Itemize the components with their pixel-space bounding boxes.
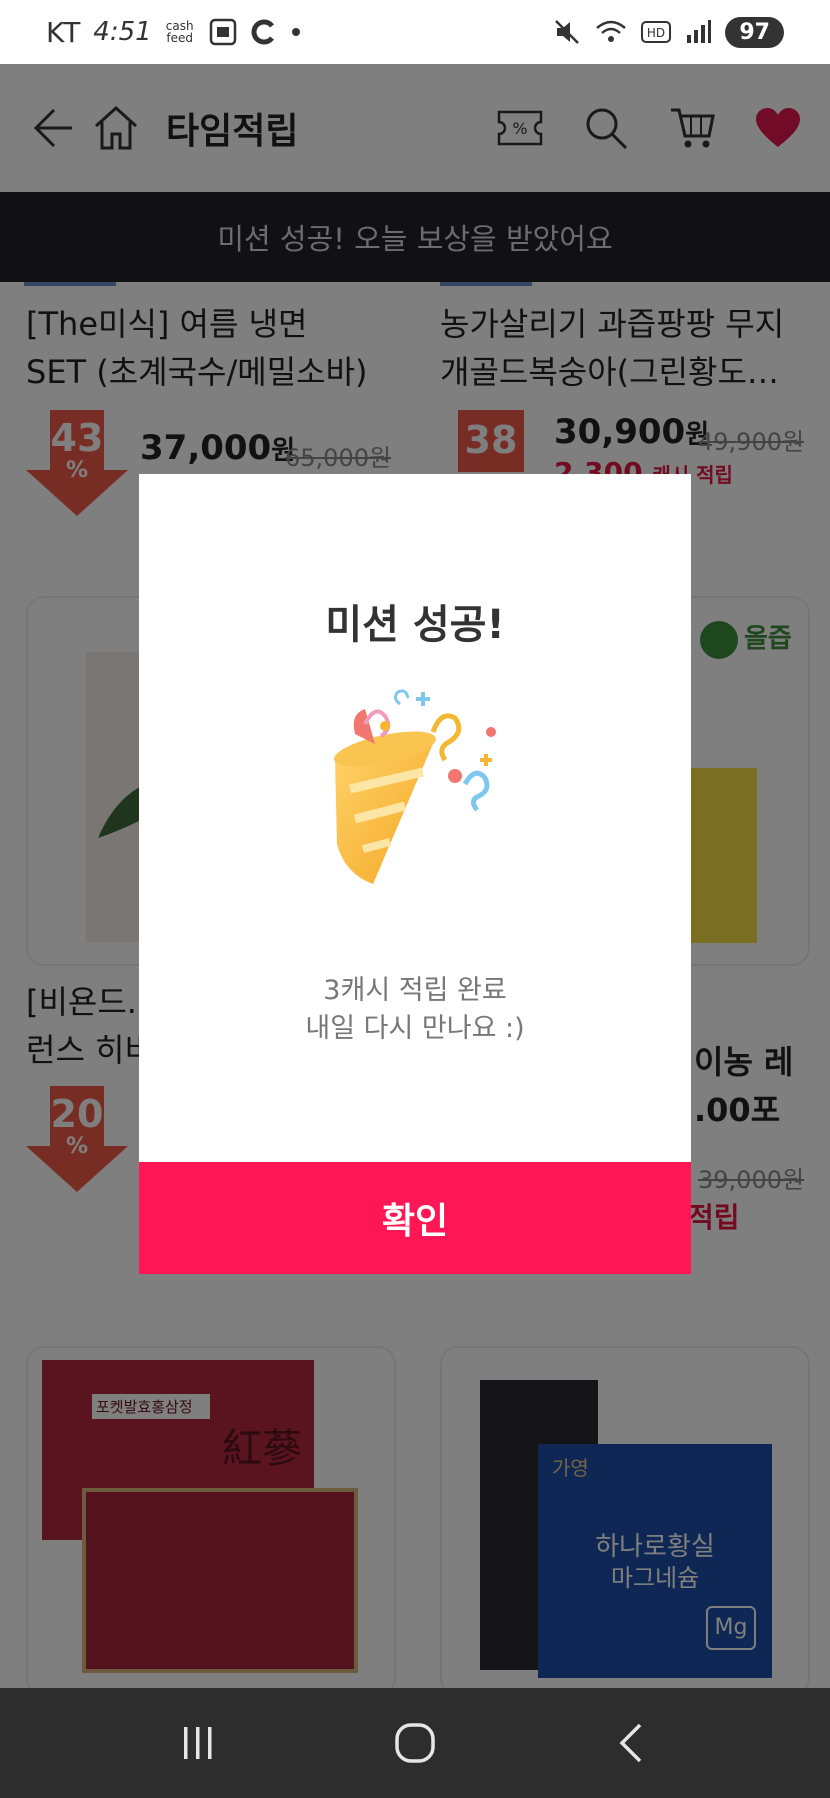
see-you-message: 내일 다시 만나요 :) bbox=[305, 1013, 525, 1044]
mute-icon bbox=[555, 20, 580, 44]
hd-icon: HD bbox=[641, 21, 672, 43]
status-bar: KT 4:51 cash feed HD 97 bbox=[0, 0, 830, 64]
dot-icon bbox=[291, 28, 300, 36]
system-back-button[interactable] bbox=[592, 1703, 672, 1783]
wifi-icon bbox=[596, 20, 627, 42]
signal-icon bbox=[687, 20, 712, 43]
reward-message: 3캐시 적립 완료 bbox=[323, 975, 507, 1006]
confirm-button[interactable]: 확인 bbox=[139, 1162, 691, 1274]
svg-text:HD: HD bbox=[647, 26, 665, 40]
recent-apps-button[interactable] bbox=[158, 1703, 238, 1783]
cast-icon bbox=[251, 19, 274, 45]
chevron-left-icon bbox=[619, 1723, 641, 1763]
dialog-title: 미션 성공! bbox=[325, 602, 505, 648]
screenshot-icon bbox=[209, 18, 236, 46]
mission-success-dialog: 미션 성공! 3캐시 적립 완료 내일 다시 만나요 :) 확인 bbox=[139, 474, 691, 1274]
party-popper-icon bbox=[334, 689, 496, 884]
cashfeed-status-icon: cash feed bbox=[165, 19, 194, 45]
status-time: 4:51 bbox=[93, 17, 152, 47]
recent-apps-icon bbox=[184, 1727, 212, 1759]
carrier-label: KT bbox=[46, 15, 82, 49]
battery-indicator: 97 bbox=[725, 16, 784, 48]
system-nav-bar bbox=[0, 1688, 830, 1798]
system-home-button[interactable] bbox=[375, 1703, 455, 1783]
home-circle-icon bbox=[395, 1723, 435, 1763]
